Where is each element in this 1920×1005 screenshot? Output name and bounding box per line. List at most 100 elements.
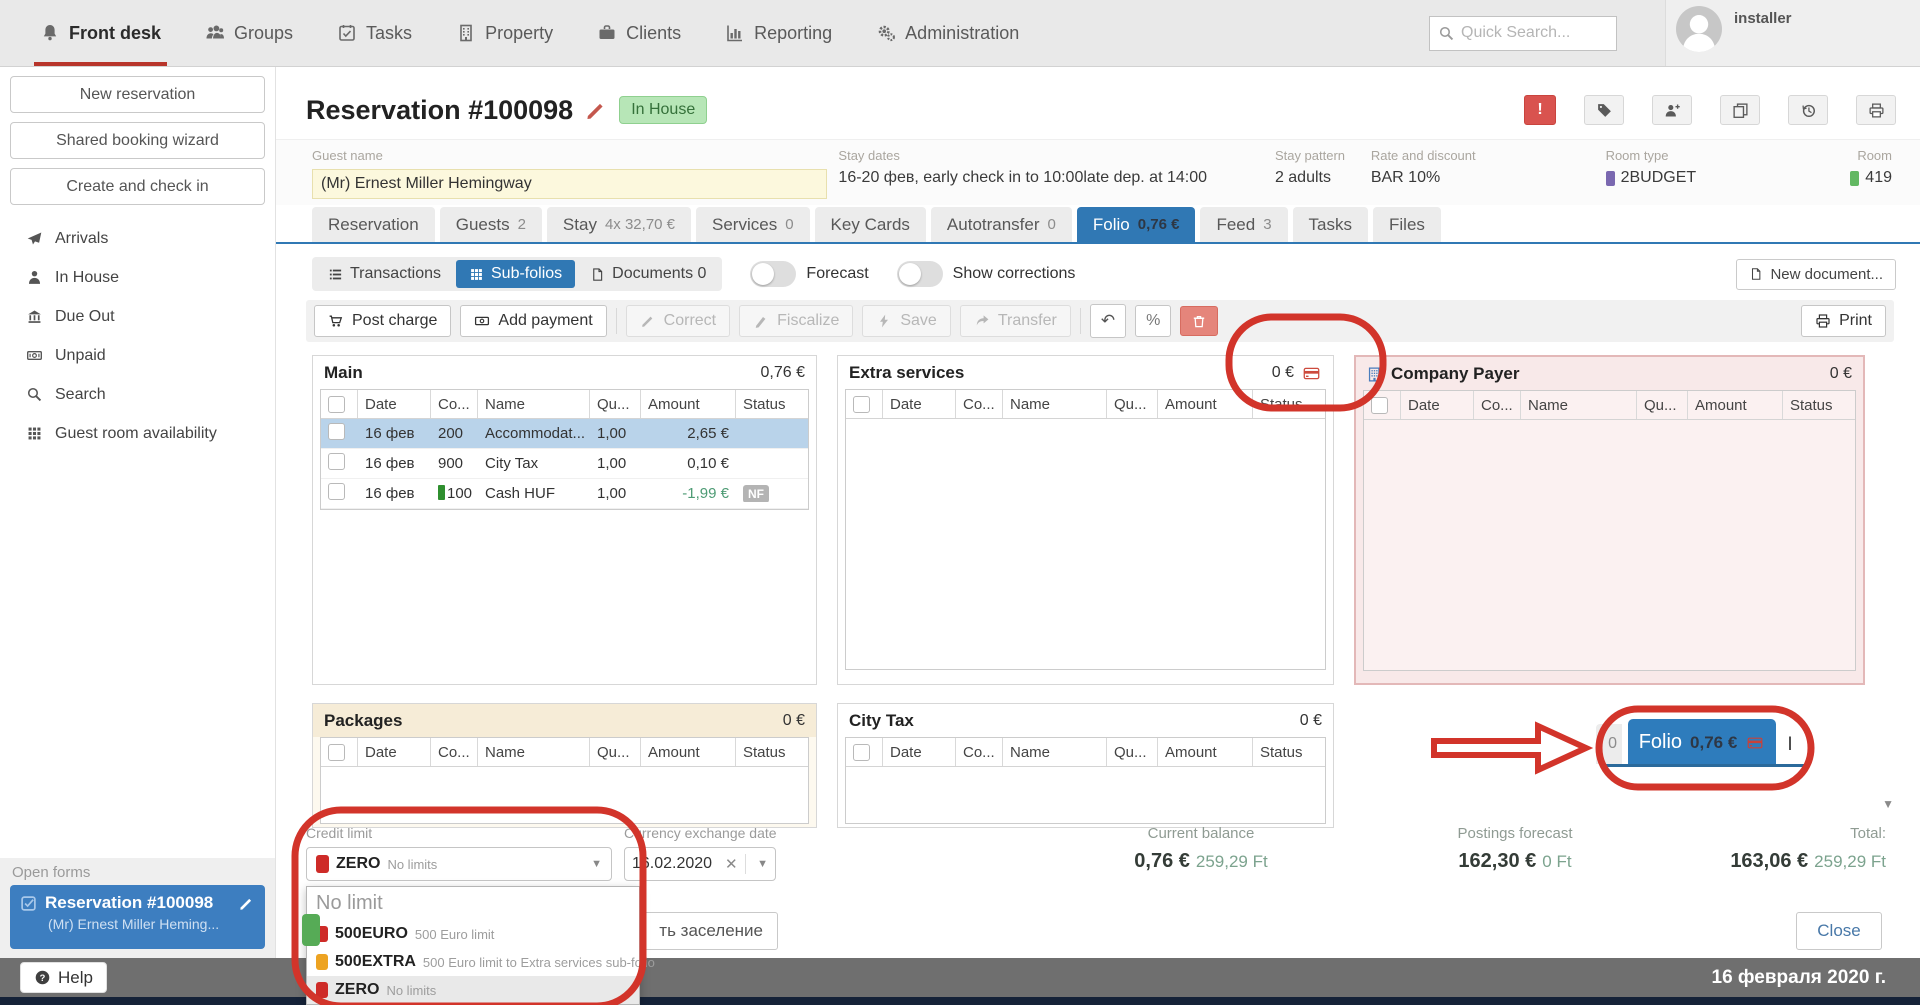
- tags-button[interactable]: [1584, 95, 1624, 125]
- clear-date-icon[interactable]: ✕: [725, 855, 738, 873]
- alert-button[interactable]: !: [1524, 95, 1556, 125]
- correct-button[interactable]: Correct: [626, 305, 730, 337]
- table-row[interactable]: 16 фев200Accommodat...1,002,65 €: [321, 419, 808, 449]
- save-button[interactable]: Save: [862, 305, 950, 337]
- credit-option-500extra[interactable]: 500EXTRA 500 Euro limit to Extra service…: [307, 948, 639, 976]
- sidebar-item-unpaid[interactable]: Unpaid: [0, 336, 275, 375]
- nav-front-desk[interactable]: Front desk: [40, 0, 161, 66]
- tab-feed[interactable]: Feed3: [1200, 207, 1287, 242]
- discount-percent-button[interactable]: %: [1135, 305, 1171, 337]
- print-header-button[interactable]: [1856, 95, 1896, 125]
- create-and-check-in-button[interactable]: Create and check in: [10, 168, 265, 205]
- percent-icon: %: [1146, 312, 1160, 330]
- folio-tab-magnified[interactable]: Folio 0,76 €: [1628, 719, 1776, 766]
- table-row[interactable]: 16 фев100Cash HUF1,00-1,99 €NF: [321, 479, 808, 509]
- quick-search: [1429, 16, 1617, 51]
- credit-option-zero[interactable]: ZERO No limits: [307, 976, 639, 1004]
- sidebar-item-label: Search: [55, 386, 106, 404]
- table-header: DateCo...NameQu...AmountStatus: [321, 738, 808, 767]
- undo-button[interactable]: ↶: [1090, 304, 1126, 338]
- add-guest-button[interactable]: [1652, 95, 1692, 125]
- tab-services[interactable]: Services0: [696, 207, 810, 242]
- select-all-checkbox[interactable]: [853, 744, 870, 761]
- credit-limit-select[interactable]: ZERO No limits ▼: [306, 847, 612, 881]
- sidebar-item-label: Guest room availability: [55, 425, 217, 443]
- tab-tasks[interactable]: Tasks: [1293, 207, 1368, 242]
- credit-option-no-limit[interactable]: No limit: [307, 887, 639, 920]
- chevron-down-icon[interactable]: ▼: [757, 858, 768, 870]
- shared-booking-wizard-button[interactable]: Shared booking wizard: [10, 122, 265, 159]
- edit-title-pencil-icon[interactable]: [585, 99, 607, 121]
- delete-button[interactable]: [1180, 306, 1218, 336]
- option-color-marker: [316, 982, 328, 998]
- nav-property[interactable]: Property: [456, 0, 553, 66]
- open-form-card[interactable]: Reservation #100098 (Mr) Ernest Miller H…: [10, 885, 265, 949]
- post-charge-button[interactable]: Post charge: [314, 305, 451, 337]
- tab-key-cards[interactable]: Key Cards: [815, 207, 926, 242]
- sub-folio-main: Main 0,76 € DateCo...NameQu...AmountStat…: [312, 355, 817, 685]
- nav-groups[interactable]: Groups: [205, 0, 293, 66]
- left-sidebar: New reservation Shared booking wizard Cr…: [0, 67, 276, 958]
- list-icon: [328, 267, 343, 282]
- question-icon: ?: [34, 969, 51, 986]
- copy-button[interactable]: [1720, 95, 1760, 125]
- user-menu[interactable]: installer: [1665, 0, 1920, 66]
- option-color-marker: [316, 954, 328, 970]
- tab-files[interactable]: Files: [1373, 207, 1441, 242]
- nav-reporting[interactable]: Reporting: [725, 0, 832, 66]
- tab-autotransfer[interactable]: Autotransfer0: [931, 207, 1072, 242]
- credit-option-500euro[interactable]: 500EURO 500 Euro limit: [307, 920, 639, 948]
- tab-folio[interactable]: Folio0,76 €: [1077, 207, 1196, 242]
- fiscalize-button[interactable]: Fiscalize: [739, 305, 853, 337]
- currency-date-label: Currency exchange date: [624, 825, 794, 841]
- guest-name-input[interactable]: [312, 169, 827, 199]
- table-row[interactable]: 16 фев900City Tax1,000,10 €: [321, 449, 808, 479]
- sidebar-item-due-out[interactable]: Due Out: [0, 297, 275, 336]
- new-document-button[interactable]: New document...: [1736, 259, 1896, 290]
- payment-color-marker: [438, 485, 445, 500]
- row-checkbox[interactable]: [328, 483, 345, 500]
- row-checkbox[interactable]: [328, 423, 345, 440]
- main-nav: Front desk Groups Tasks Property Clients…: [0, 0, 1019, 66]
- transfer-button[interactable]: Transfer: [960, 305, 1071, 337]
- help-button[interactable]: ? Help: [20, 962, 107, 993]
- room-type-value: 2BUDGET: [1621, 169, 1697, 187]
- room-color-marker: [1850, 171, 1859, 186]
- credit-card-icon[interactable]: [1301, 365, 1322, 382]
- sidebar-item-guest-room-availability[interactable]: Guest room availability: [0, 414, 275, 453]
- forecast-toggle[interactable]: [750, 261, 796, 287]
- new-reservation-button[interactable]: New reservation: [10, 76, 265, 113]
- view-documents[interactable]: Documents 0: [577, 260, 719, 288]
- history-button[interactable]: [1788, 95, 1828, 125]
- sidebar-item-in-house[interactable]: In House: [0, 258, 275, 297]
- quick-search-input[interactable]: [1461, 24, 1601, 42]
- scroll-down-arrow[interactable]: ▼: [1882, 797, 1894, 811]
- main-content: Reservation #100098 In House ! Guest nam…: [276, 67, 1920, 958]
- nav-administration[interactable]: Administration: [876, 0, 1019, 66]
- select-all-checkbox[interactable]: [853, 396, 870, 413]
- add-payment-button[interactable]: Add payment: [460, 305, 606, 337]
- view-sub-folios[interactable]: Sub-folios: [456, 260, 575, 288]
- tab-stay[interactable]: Stay4x 32,70 €: [547, 207, 691, 242]
- close-button[interactable]: Close: [1796, 912, 1882, 950]
- print-button[interactable]: Print: [1801, 305, 1886, 337]
- sidebar-item-arrivals[interactable]: Arrivals: [0, 219, 275, 258]
- check-square-icon: [20, 895, 37, 912]
- sidebar-item-search[interactable]: Search: [0, 375, 275, 414]
- select-all-checkbox[interactable]: [328, 396, 345, 413]
- select-all-checkbox[interactable]: [1371, 397, 1388, 414]
- panel-title: Packages: [324, 711, 402, 731]
- currency-date-input[interactable]: [632, 855, 718, 873]
- nav-tasks[interactable]: Tasks: [337, 0, 412, 66]
- hidden-green-button-fragment[interactable]: [302, 914, 320, 946]
- tab-reservation[interactable]: Reservation: [312, 207, 435, 242]
- view-transactions[interactable]: Transactions: [315, 260, 454, 288]
- show-corrections-toggle[interactable]: [897, 261, 943, 287]
- tab-guests[interactable]: Guests2: [440, 207, 542, 242]
- credit-card-icon: [1745, 735, 1765, 751]
- cancel-check-in-button-partial[interactable]: ть заселение: [626, 912, 778, 950]
- currency-date-picker[interactable]: ✕ ▼: [624, 847, 776, 881]
- select-all-checkbox[interactable]: [328, 744, 345, 761]
- row-checkbox[interactable]: [328, 453, 345, 470]
- nav-clients[interactable]: Clients: [597, 0, 681, 66]
